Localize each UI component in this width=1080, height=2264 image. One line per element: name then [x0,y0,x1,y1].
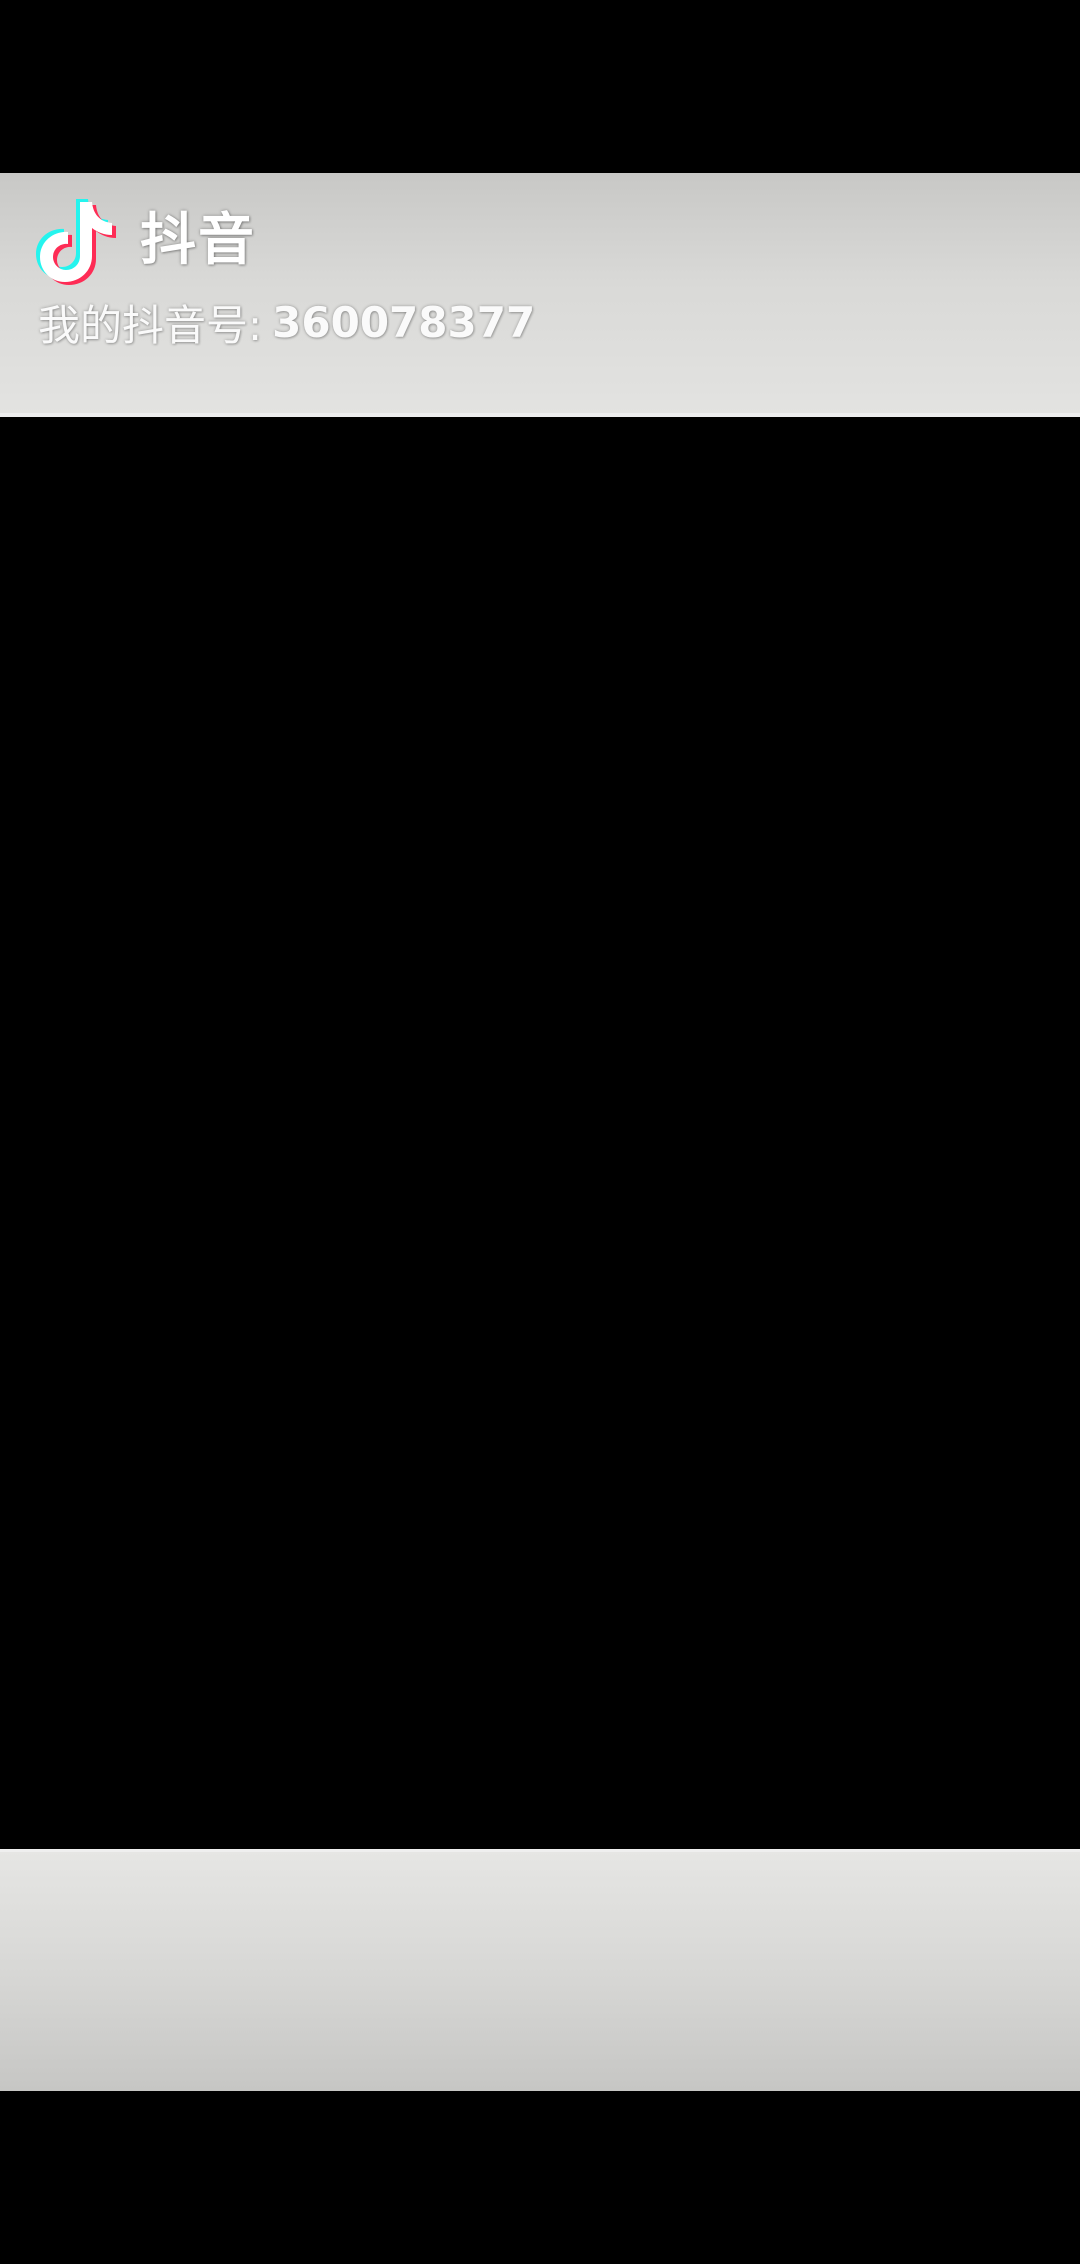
tiktok-note-icon [36,199,116,285]
account-id-value: 360078377 [272,297,536,347]
watermark-logo-row: 抖音 [36,196,256,286]
bottom-watermark-band [0,1849,1080,2091]
app-name-watermark: 抖音 [140,208,256,273]
screen: 抖音 我的抖音号: 360078377 [0,0,1080,2264]
video-content-area[interactable] [0,417,1080,1849]
bottom-band-divider [0,1849,1080,1852]
account-label: 我的抖音号: [38,300,263,350]
account-id-watermark: 我的抖音号: 360078377 [38,292,535,352]
